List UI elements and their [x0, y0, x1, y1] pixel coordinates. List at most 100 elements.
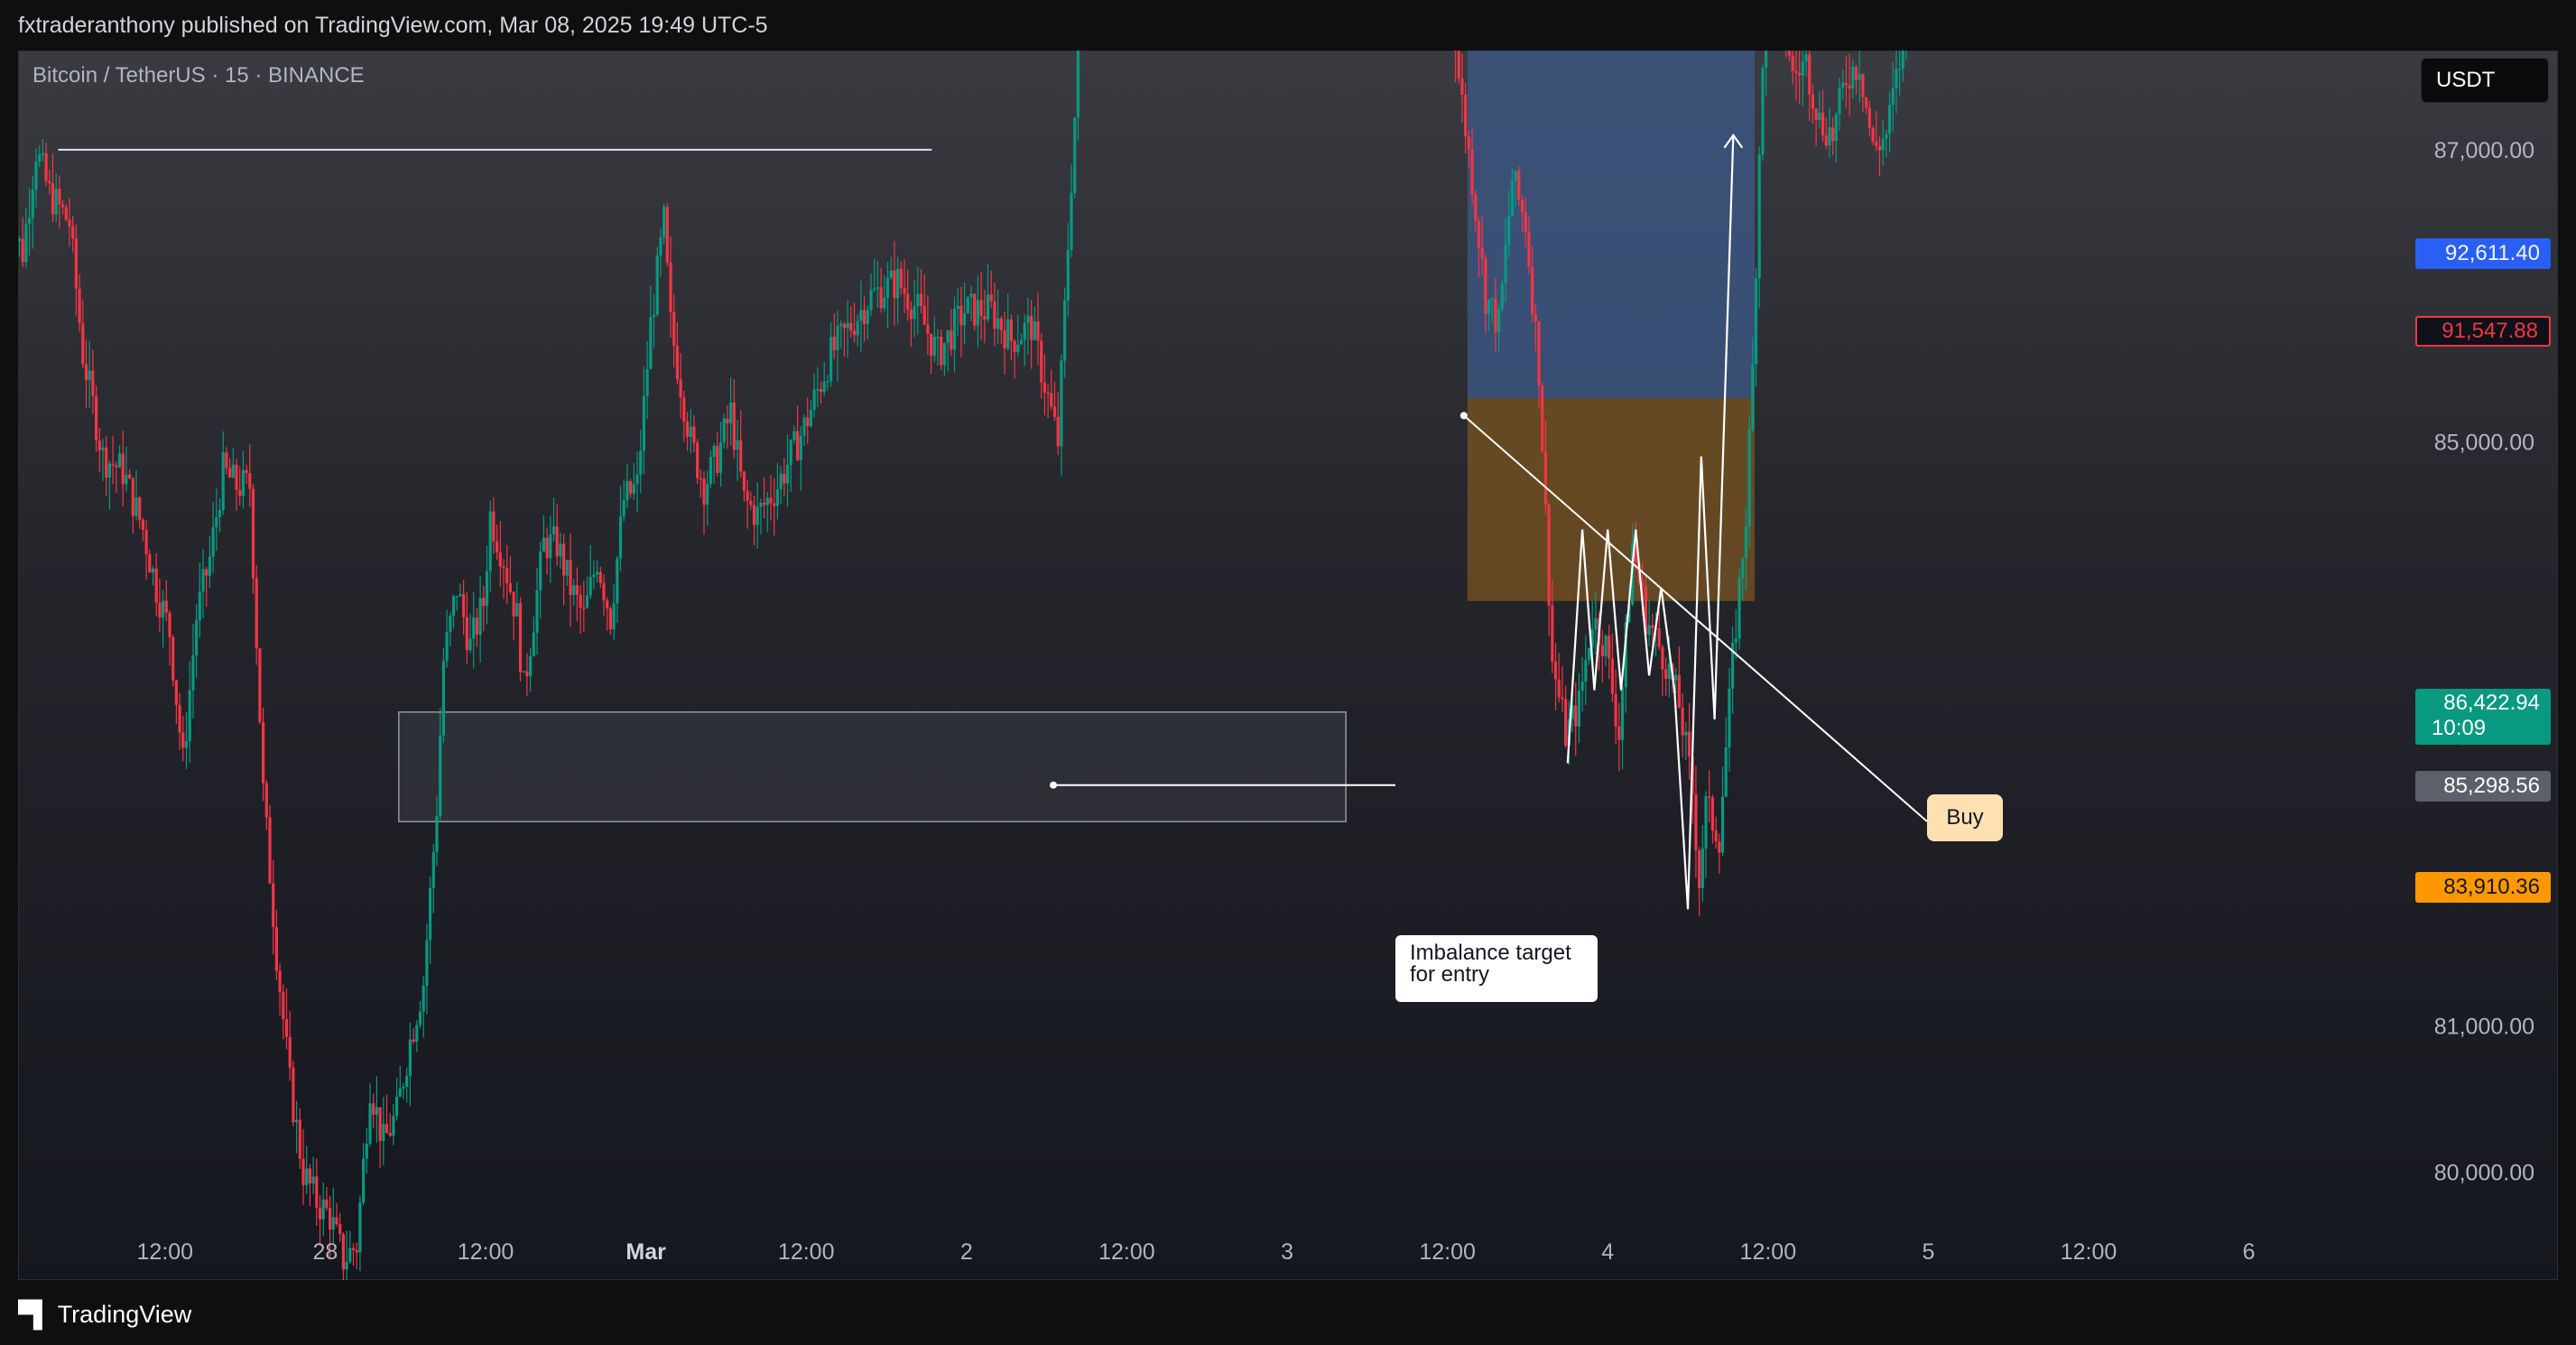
candle-body	[592, 574, 596, 578]
candle-body	[449, 616, 452, 633]
symbol-info[interactable]: Bitcoin / TetherUS · 15 · BINANCE	[32, 63, 365, 88]
candle-body	[141, 520, 145, 531]
candle-body	[1728, 688, 1731, 747]
currency-button[interactable]: USDT	[2421, 58, 2549, 103]
entry-price-tag: 85,298.56	[2415, 771, 2551, 802]
candle-body	[649, 317, 653, 369]
candle-body	[709, 457, 713, 484]
tradingview-name: TradingView	[57, 1300, 192, 1328]
candle-body	[1457, 51, 1460, 79]
candle-body	[1718, 841, 1721, 853]
candle-body	[956, 305, 959, 309]
tradingview-logo-icon: ▀▌	[18, 1300, 51, 1328]
candle-body	[331, 1217, 335, 1230]
candle-body	[255, 578, 258, 649]
candle-body	[1821, 112, 1825, 135]
candle-body	[642, 395, 646, 451]
candle-body	[31, 190, 34, 218]
candle-body	[1831, 127, 1835, 142]
candle-body	[34, 161, 38, 190]
candle-body	[311, 1176, 315, 1184]
candle-body	[1490, 298, 1494, 301]
candle-body	[842, 323, 847, 329]
candle-body	[1610, 658, 1615, 694]
candle-body	[903, 287, 906, 294]
candle-body	[24, 224, 28, 263]
candle-body	[1798, 72, 1802, 76]
candle-body	[205, 569, 208, 576]
candle-body	[425, 940, 429, 986]
candle-body	[1600, 645, 1604, 656]
candle-body	[188, 690, 191, 741]
candle-body	[675, 345, 680, 380]
candle-body	[496, 541, 499, 552]
candle-body	[1052, 406, 1057, 417]
candle-body	[542, 537, 546, 552]
candle-body	[655, 255, 659, 315]
candle-body	[588, 577, 592, 596]
candle-body	[1541, 385, 1544, 451]
candle-body	[51, 182, 55, 215]
candle-body	[105, 447, 108, 478]
candle-body	[315, 1176, 319, 1208]
stop-price-tag: 83,910.36	[2415, 872, 2551, 903]
candle-body	[91, 370, 95, 396]
candle-body	[54, 189, 58, 215]
candle-body	[459, 594, 462, 597]
candle-body	[952, 308, 957, 350]
candle-body	[1537, 321, 1541, 385]
candle-body	[1885, 134, 1888, 139]
candle-body	[178, 704, 181, 733]
candlestick-chart[interactable]: 94,000.0093,000.0092,000.0091,000.0090,0…	[18, 51, 2558, 1280]
candle-body	[295, 1119, 299, 1123]
candle-body	[1754, 278, 1758, 365]
candle-body	[1042, 382, 1047, 393]
candle-body	[796, 431, 800, 460]
current-price-value: 86,422.94	[2443, 691, 2540, 715]
candle-body	[351, 1248, 356, 1251]
candle-body	[251, 488, 255, 579]
candle-body	[1687, 731, 1691, 757]
candle-body	[959, 305, 963, 326]
tradingview-brand[interactable]: ▀▌ TradingView	[18, 1300, 191, 1329]
candle-body	[775, 489, 780, 506]
candle-body	[849, 322, 853, 331]
candle-body	[742, 471, 746, 491]
imbalance-note[interactable]: Imbalance target for entry	[1395, 935, 1598, 1002]
candle-body	[355, 1250, 358, 1253]
candle-body	[1647, 625, 1651, 635]
candle-body	[885, 277, 890, 298]
candle-body	[1520, 199, 1524, 213]
candle-body	[1891, 88, 1895, 106]
candle-body	[873, 288, 876, 291]
candle-body	[1838, 87, 1841, 115]
candle-body	[1604, 635, 1608, 656]
candle-body	[148, 554, 152, 573]
buy-label[interactable]: Buy	[1927, 794, 2003, 841]
candle-body	[1608, 635, 1611, 659]
candle-body	[1818, 112, 1821, 121]
candle-body	[1497, 309, 1501, 333]
candle-body	[539, 551, 542, 591]
candle-body	[515, 603, 519, 617]
candle-body	[612, 603, 616, 630]
candle-body	[906, 293, 910, 310]
candle-body	[1814, 108, 1818, 121]
x-axis-label: 28	[312, 1239, 338, 1265]
candle-body	[1684, 731, 1688, 736]
candle-body	[398, 1088, 402, 1097]
candle-body	[1517, 171, 1521, 200]
x-axis-label: 12:00	[1098, 1239, 1155, 1265]
candle-body	[292, 1067, 295, 1123]
candle-body	[1617, 726, 1621, 740]
candle-body	[1834, 114, 1838, 142]
candle-body	[201, 569, 205, 592]
candle-body	[107, 463, 112, 478]
candle-body	[1744, 526, 1748, 559]
candle-body	[1464, 95, 1468, 137]
candle-body	[341, 1234, 346, 1270]
candle-body	[1003, 329, 1006, 349]
candle-body	[575, 585, 579, 595]
candle-body	[151, 568, 155, 573]
target-zone	[1467, 51, 1756, 399]
